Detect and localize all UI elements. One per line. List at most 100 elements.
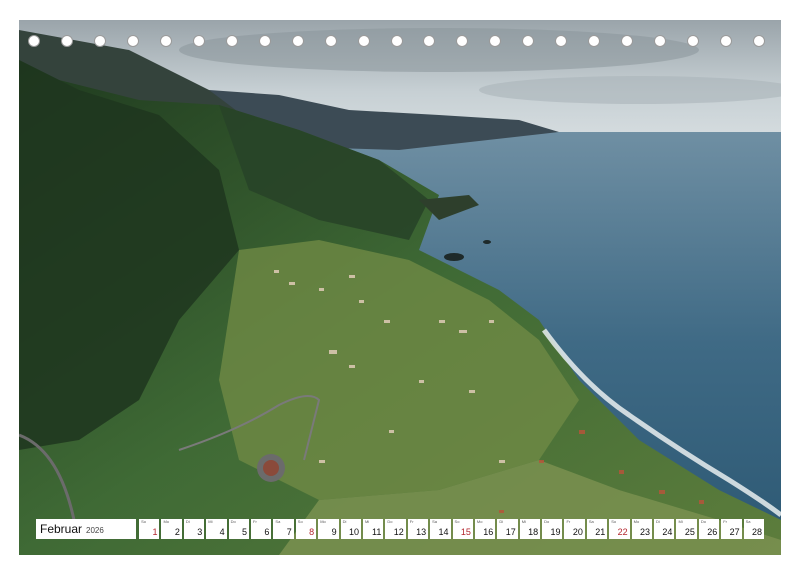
day-cell: Di 17 bbox=[497, 519, 518, 539]
day-number: 8 bbox=[309, 527, 315, 537]
day-cell: So 15 bbox=[452, 519, 473, 539]
binding-hole bbox=[621, 35, 634, 47]
weekday-abbr: Do bbox=[700, 519, 706, 524]
day-cell: Di 24 bbox=[654, 519, 675, 539]
month-label: Februar 2026 bbox=[36, 519, 137, 539]
weekday-abbr: Do bbox=[544, 519, 550, 524]
day-cell: Di 3 bbox=[183, 519, 205, 539]
day-cell: Mo 2 bbox=[161, 519, 182, 539]
binding-hole bbox=[720, 35, 733, 47]
binding-hole bbox=[126, 35, 139, 47]
day-number: 20 bbox=[572, 527, 583, 537]
day-cell: Mo 9 bbox=[318, 519, 339, 539]
weekday-abbr: So bbox=[141, 519, 146, 524]
day-cell: Mi 18 bbox=[519, 519, 541, 539]
weekday-abbr: Mo bbox=[633, 519, 640, 524]
binding-hole bbox=[489, 35, 502, 47]
weekday-abbr: Fr bbox=[253, 519, 257, 524]
day-number: 27 bbox=[729, 527, 740, 537]
day-number: 16 bbox=[483, 527, 494, 537]
day-number: 11 bbox=[372, 527, 382, 537]
weekday-abbr: Mi bbox=[678, 519, 683, 524]
day-cell: Do 19 bbox=[542, 519, 563, 539]
day-cell: Fr 6 bbox=[251, 519, 272, 539]
day-cells: So 1 Mo 2 Di 3 Mi 4 Do 5 Fr 6 Sa 7 So 8 Mo 9 Di 10 Mi 11 Do 12 F… bbox=[139, 519, 764, 539]
day-cell: Fr 27 bbox=[721, 519, 742, 539]
weekday-abbr: Mo bbox=[163, 519, 170, 524]
month-year: 2026 bbox=[86, 525, 104, 535]
weekday-abbr: Mi bbox=[521, 519, 526, 524]
day-cell: So 22 bbox=[609, 519, 630, 539]
day-number: 5 bbox=[242, 527, 248, 537]
day-number: 21 bbox=[595, 527, 606, 537]
day-cell: Mo 23 bbox=[631, 519, 653, 539]
day-cell: Mi 25 bbox=[676, 519, 697, 539]
day-number: 9 bbox=[331, 527, 337, 537]
weekday-abbr: So bbox=[297, 519, 303, 524]
day-cell: Fr 20 bbox=[564, 519, 585, 539]
binding-hole bbox=[390, 35, 403, 47]
landscape-photo bbox=[19, 20, 781, 555]
binding-hole bbox=[555, 35, 568, 47]
day-cell: Sa 21 bbox=[586, 519, 608, 539]
weekday-abbr: Di bbox=[656, 519, 660, 524]
binding-hole bbox=[588, 35, 601, 47]
day-number: 19 bbox=[550, 527, 561, 537]
weekday-abbr: Di bbox=[342, 519, 347, 524]
weekday-abbr: Sa bbox=[745, 519, 751, 524]
day-number: 28 bbox=[751, 527, 762, 537]
day-cell: Do 5 bbox=[228, 519, 250, 539]
coastal-landscape-illustration bbox=[19, 20, 781, 555]
day-number: 12 bbox=[393, 527, 404, 537]
day-number: 15 bbox=[460, 527, 471, 537]
binding-hole bbox=[258, 35, 271, 47]
day-cell: Di 10 bbox=[340, 519, 361, 539]
day-cell: Sa 14 bbox=[430, 519, 451, 539]
day-number: 1 bbox=[152, 527, 158, 537]
weekday-abbr: Di bbox=[185, 519, 190, 524]
day-number: 10 bbox=[348, 527, 359, 537]
weekday-abbr: Mo bbox=[476, 519, 483, 524]
day-number: 2 bbox=[174, 527, 180, 537]
day-number: 4 bbox=[219, 527, 225, 537]
day-number: 14 bbox=[438, 527, 449, 537]
day-cell: Do 26 bbox=[698, 519, 720, 539]
day-cell: Sa 28 bbox=[743, 519, 764, 539]
day-number: 26 bbox=[707, 527, 718, 537]
weekday-abbr: So bbox=[454, 519, 460, 524]
day-number: 3 bbox=[197, 527, 203, 537]
binding-hole bbox=[654, 35, 667, 47]
weekday-abbr: Fr bbox=[723, 519, 727, 524]
binding-hole bbox=[456, 35, 469, 47]
binding-hole bbox=[225, 35, 238, 47]
day-number: 17 bbox=[505, 527, 516, 537]
calendar-strip: Februar 2026 So 1 Mo 2 Di 3 Mi 4 Do 5 Fr 6 Sa 7 So 8 Mo 9… bbox=[36, 519, 764, 539]
binding-hole bbox=[93, 35, 106, 47]
weekday-abbr: Mo bbox=[320, 519, 326, 524]
weekday-abbr: Fr bbox=[566, 519, 571, 524]
spiral-binding bbox=[19, 33, 781, 51]
day-number: 24 bbox=[662, 527, 673, 537]
month-name: Februar bbox=[40, 522, 83, 536]
calendar-page: Februar 2026 So 1 Mo 2 Di 3 Mi 4 Do 5 Fr 6 Sa 7 So 8 Mo 9… bbox=[0, 0, 800, 575]
day-cell: Mi 11 bbox=[362, 519, 384, 539]
weekday-abbr: Sa bbox=[588, 519, 594, 524]
weekday-abbr: Do bbox=[230, 519, 236, 524]
weekday-abbr: Mi bbox=[208, 519, 213, 524]
binding-hole bbox=[687, 35, 700, 47]
weekday-abbr: Sa bbox=[275, 519, 281, 524]
weekday-abbr: Di bbox=[499, 519, 504, 524]
binding-hole bbox=[324, 35, 337, 47]
day-number: 7 bbox=[286, 527, 292, 537]
day-number: 22 bbox=[617, 527, 628, 537]
day-cell: So 1 bbox=[139, 519, 160, 539]
day-number: 13 bbox=[416, 527, 427, 537]
binding-hole bbox=[753, 35, 765, 47]
binding-hole bbox=[60, 35, 73, 47]
day-number: 23 bbox=[640, 527, 651, 537]
binding-hole bbox=[159, 35, 172, 47]
weekday-abbr: Mi bbox=[364, 519, 370, 524]
day-cell: Do 12 bbox=[385, 519, 406, 539]
weekday-abbr: So bbox=[611, 519, 617, 524]
weekday-abbr: Sa bbox=[432, 519, 438, 524]
